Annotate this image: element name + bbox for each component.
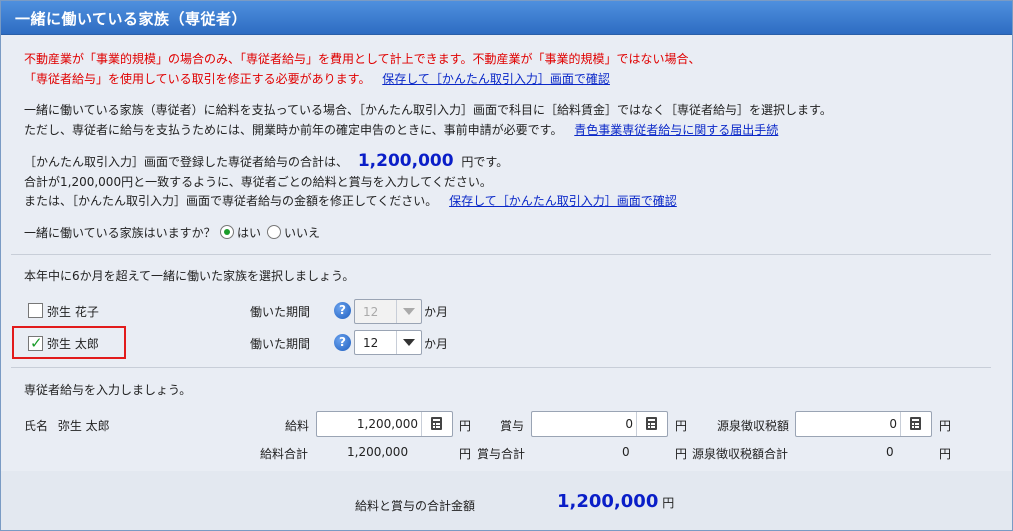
info-line-2: ただし、専従者に給与を支払うためには、開業時か前年の確定申告のときに、事前申請が…: [24, 123, 563, 137]
salary-input[interactable]: 1,200,000: [316, 411, 453, 437]
bonus-total-label: 賞与合計: [477, 447, 526, 461]
salary-total-label: 給料合計: [260, 447, 309, 461]
bonus-yen: 円: [675, 419, 688, 433]
months-unit-hanako: か月: [424, 305, 449, 319]
dialog-frame: 一緒に働いている家族（専従者） 不動産業が「事業的規模」の場合のみ、「専従者給与…: [0, 0, 1013, 531]
salary-value: 1,200,000: [356, 417, 418, 431]
period-label-taro: 働いた期間: [250, 337, 311, 351]
notice-line-2: 「専従者給与」を使用している取引を修正する必要があります。: [24, 72, 371, 86]
yes-radio[interactable]: [220, 225, 234, 239]
total-info-suffix: 円です。: [461, 155, 509, 169]
notice-line-1: 不動産業が「事業的規模」の場合のみ、「専従者給与」を費用として計上できます。不動…: [24, 52, 701, 66]
title-bar: 一緒に働いている家族（専従者）: [1, 1, 1012, 35]
page-title: 一緒に働いている家族（専従者）: [15, 10, 248, 28]
salary-total: 1,200,000: [347, 445, 409, 459]
period-label-hanako: 働いた期間: [250, 305, 311, 319]
tax-label: 源泉徴収税額: [717, 419, 790, 433]
calculator-button[interactable]: [421, 412, 452, 436]
info-line-1: 一緒に働いている家族（専従者）に給料を支払っている場合、［かんたん取引入力］画面…: [24, 103, 832, 117]
tax-value: 0: [889, 417, 897, 431]
months-select-hanako: 12: [354, 299, 422, 324]
employee-name-row: 氏名 弥生 太郎: [24, 417, 110, 434]
procedure-link[interactable]: 青色事業専従者給与に関する届出手続: [574, 123, 778, 137]
tax-yen: 円: [939, 419, 952, 433]
tax-input[interactable]: 0: [795, 411, 932, 437]
family-name-hanako: 弥生 花子: [47, 305, 99, 319]
bonus-total-yen: 円: [675, 447, 688, 461]
salary-label: 給料: [285, 419, 310, 433]
grand-total-label: 給料と賞与の合計金額: [355, 499, 476, 513]
calculator-icon: [431, 417, 442, 430]
save-and-check-link[interactable]: 保存して［かんたん取引入力］画面で確認: [382, 72, 610, 86]
select-prompt: 本年中に6か月を超えて一緒に働いた家族を選択しましょう。: [24, 269, 355, 283]
tax-total-yen: 円: [939, 447, 952, 461]
no-radio[interactable]: [267, 225, 281, 239]
registered-total-amount: 1,200,000: [357, 151, 454, 171]
grand-total-row: 1,200,000 円: [557, 491, 674, 512]
total-info-line-3-row: または、［かんたん取引入力］画面で専従者給与の金額を修正してください。 保存して…: [24, 192, 677, 209]
grand-total-amount: 1,200,000: [557, 491, 659, 512]
family-name-taro: 弥生 太郎: [47, 337, 99, 351]
calculator-button[interactable]: [636, 412, 667, 436]
grand-total-bar: 給料と賞与の合計金額 1,200,000 円: [1, 471, 1012, 530]
yes-label[interactable]: はい: [237, 224, 261, 241]
bonus-input[interactable]: 0: [531, 411, 668, 437]
employee-name: 弥生 太郎: [57, 419, 110, 433]
family-checkbox-hanako[interactable]: [28, 303, 43, 318]
help-icon[interactable]: ?: [334, 334, 351, 351]
salary-total-yen: 円: [459, 447, 472, 461]
info-line-2-row: ただし、専従者に給与を支払うためには、開業時か前年の確定申告のときに、事前申請が…: [24, 121, 778, 138]
divider: [11, 254, 991, 255]
months-value-taro: 12: [363, 336, 379, 350]
tax-total-label: 源泉徴収税額合計: [692, 447, 789, 461]
total-info-prefix: ［かんたん取引入力］画面で登録した専従者給与の合計は、: [24, 155, 349, 169]
salary-yen: 円: [459, 419, 472, 433]
help-icon[interactable]: ?: [334, 302, 351, 319]
months-value-hanako: 12: [363, 305, 379, 319]
months-select-taro[interactable]: 12: [354, 330, 422, 355]
bonus-value: 0: [625, 417, 633, 431]
no-label[interactable]: いいえ: [284, 224, 320, 241]
grand-total-unit: 円: [662, 496, 675, 510]
checkmark-icon: ✓: [30, 334, 43, 352]
calculator-icon: [646, 417, 657, 430]
total-info-line-3: または、［かんたん取引入力］画面で専従者給与の金額を修正してください。: [24, 194, 438, 208]
tax-total: 0: [886, 445, 894, 459]
calculator-button[interactable]: [900, 412, 931, 436]
bonus-label: 賞与: [500, 419, 525, 433]
months-unit-taro: か月: [424, 337, 449, 351]
name-label: 氏名: [24, 419, 49, 433]
chevron-down-icon: [396, 300, 421, 323]
save-and-check-link-2[interactable]: 保存して［かんたん取引入力］画面で確認: [449, 194, 677, 208]
family-checkbox-taro[interactable]: ✓: [28, 334, 43, 352]
total-info-row: ［かんたん取引入力］画面で登録した専従者給与の合計は、 1,200,000 円で…: [24, 151, 508, 171]
calculator-icon: [910, 417, 921, 430]
notice-line-2-row: 「専従者給与」を使用している取引を修正する必要があります。 保存して［かんたん取…: [24, 70, 610, 87]
salary-prompt: 専従者給与を入力しましょう。: [24, 383, 192, 397]
chevron-down-icon[interactable]: [396, 331, 421, 354]
bonus-total: 0: [622, 445, 630, 459]
divider: [11, 367, 991, 368]
total-info-line-2: 合計が1,200,000円と一致するように、専従者ごとの給料と賞与を入力してくだ…: [24, 175, 492, 189]
family-question: 一緒に働いている家族はいますか？: [24, 226, 216, 240]
